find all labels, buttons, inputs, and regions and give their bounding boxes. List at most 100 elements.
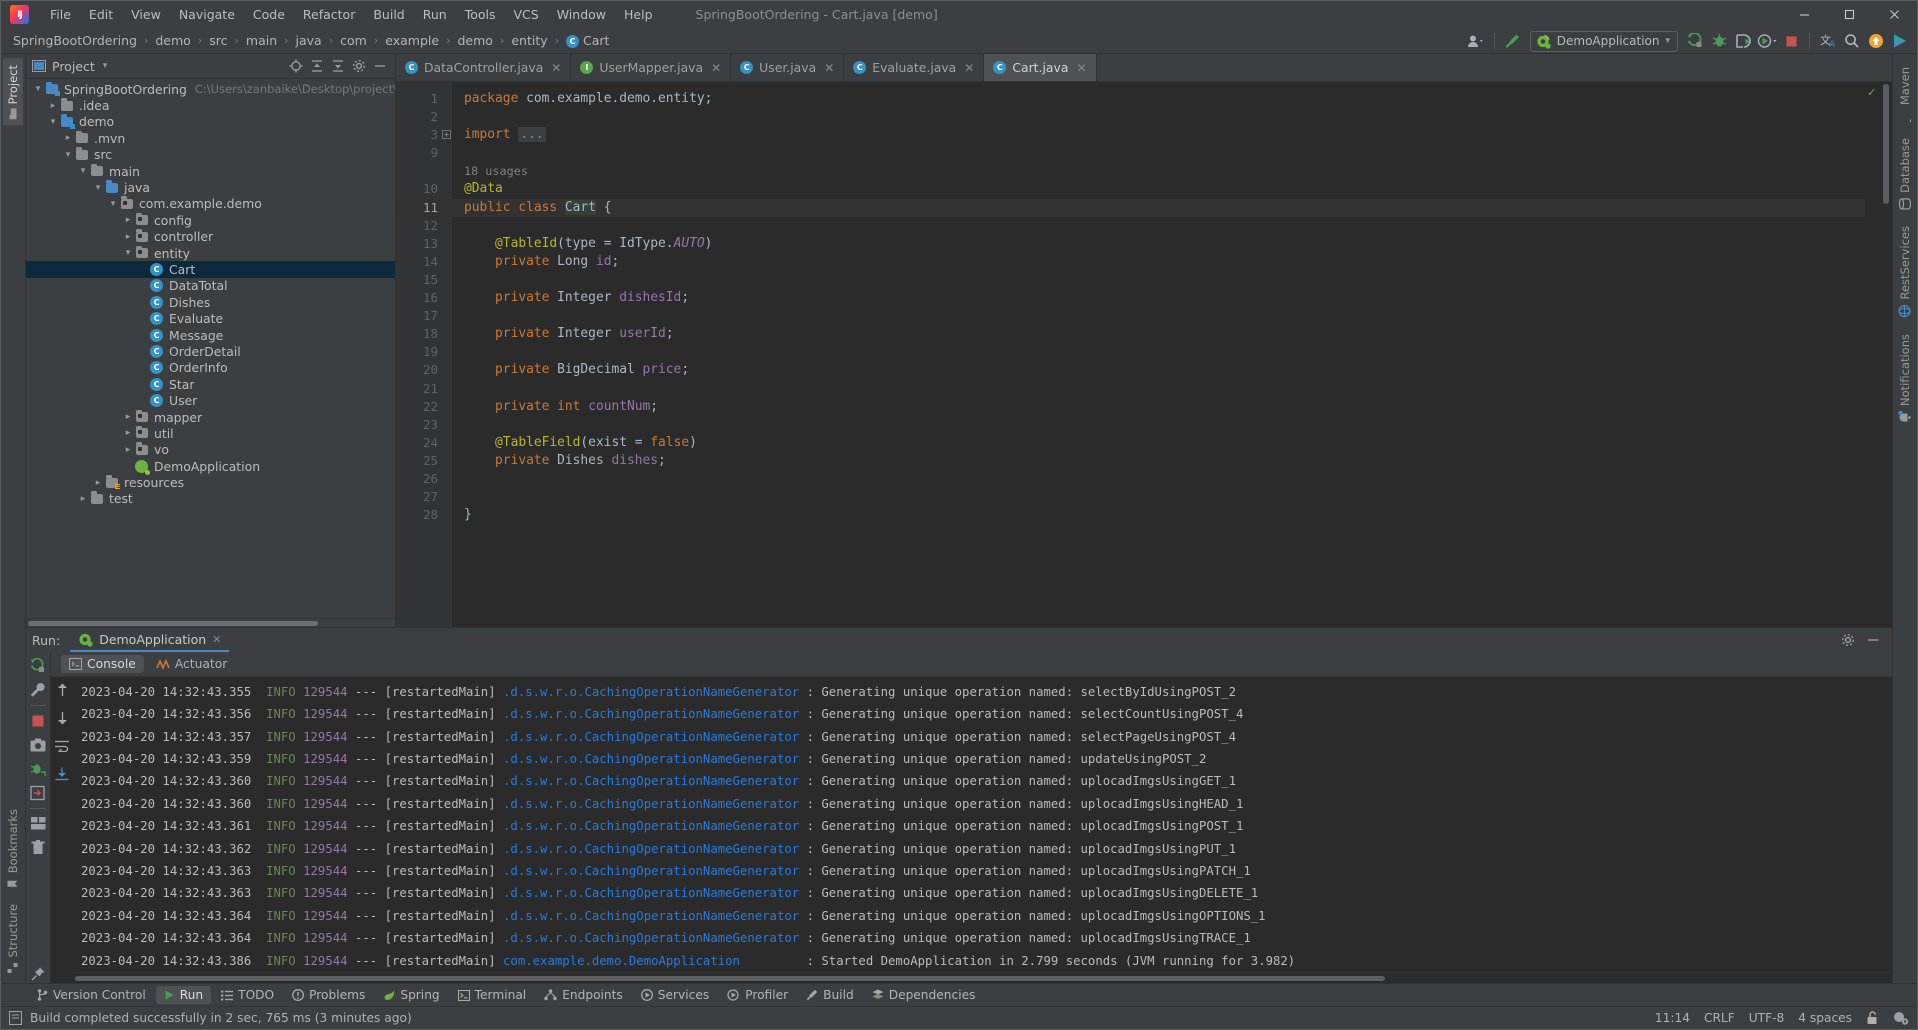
caret-position[interactable]: 11:14 — [1655, 1011, 1690, 1025]
tree-node-selected[interactable]: C Cart — [26, 261, 395, 278]
sidebar-item-maven[interactable]: m Maven — [1895, 60, 1915, 129]
project-horizontal-scrollbar[interactable] — [26, 617, 395, 627]
scroll-to-end-icon[interactable] — [53, 765, 71, 783]
code-line[interactable]: private int countNum; — [464, 398, 1865, 416]
tree-node[interactable]: C User — [26, 392, 395, 408]
console-output[interactable]: 2023-04-20 14:32:43.355 INFO 129544 --- … — [73, 676, 1892, 972]
breadcrumb-item-java[interactable]: java — [294, 31, 324, 50]
profiler-button[interactable] — [1756, 30, 1778, 52]
tree-expand-arrow[interactable]: ▸ — [122, 232, 134, 242]
breadcrumb-item-com[interactable]: com — [338, 31, 369, 50]
layout-icon[interactable] — [29, 815, 47, 833]
menu-file[interactable]: File — [41, 3, 80, 26]
screenshot-icon[interactable] — [29, 736, 47, 754]
gutter-line[interactable]: 3 + — [396, 126, 452, 144]
code-line[interactable] — [464, 307, 1865, 325]
tree-expand-arrow[interactable]: ▸ — [122, 215, 134, 225]
debug-frog-icon[interactable] — [29, 760, 47, 778]
tree-node[interactable]: C Message — [26, 327, 395, 343]
tool-window-services[interactable]: Services — [633, 986, 717, 1004]
code-line[interactable]: private Integer dishesId; — [464, 289, 1865, 307]
tool-window-run[interactable]: Run — [155, 986, 212, 1004]
run-configuration-selector[interactable]: DemoApplication ▾ — [1529, 30, 1678, 52]
tree-node[interactable]: C OrderDetail — [26, 343, 395, 359]
code-line[interactable] — [464, 271, 1865, 289]
close-icon[interactable]: ✕ — [964, 61, 974, 75]
project-tree[interactable]: ▾ SpringBootOrdering C:\Users\zanbaike\Des… — [26, 79, 395, 618]
tree-node[interactable]: C Dishes — [26, 294, 395, 310]
console-tab-console[interactable]: Console — [61, 655, 144, 674]
tree-expand-arrow[interactable]: ▸ — [92, 478, 104, 488]
translate-icon[interactable]: 文 A — [1817, 30, 1839, 52]
gutter-line[interactable]: 26 — [396, 470, 452, 488]
menu-window[interactable]: Window — [548, 3, 615, 26]
rerun-icon[interactable] — [29, 657, 47, 675]
tree-node[interactable]: ▸ controller — [26, 229, 395, 245]
tree-node[interactable]: ▾ src — [26, 147, 395, 163]
code-line[interactable] — [464, 470, 1865, 488]
update-icon[interactable] — [1865, 30, 1887, 52]
gutter-line[interactable]: 21 — [396, 380, 452, 398]
tree-node[interactable]: ▾ SpringBootOrdering C:\Users\zanbaike\Des… — [26, 81, 395, 97]
tree-expand-arrow[interactable]: ▾ — [107, 199, 119, 209]
tree-expand-arrow[interactable]: ▸ — [77, 494, 89, 504]
tree-expand-arrow[interactable]: ▾ — [47, 117, 59, 127]
gutter-line[interactable]: 16 — [396, 289, 452, 307]
ide-feature-trainer-icon[interactable] — [1889, 30, 1911, 52]
expand-all-icon[interactable] — [308, 57, 326, 75]
hide-panel-icon[interactable] — [371, 57, 389, 75]
gutter-line[interactable]: 9 — [396, 144, 452, 162]
code-line[interactable] — [464, 144, 1865, 162]
breadcrumb-item-example[interactable]: example — [383, 31, 441, 50]
code-line[interactable]: @Data — [464, 180, 1865, 198]
tree-node[interactable]: C Star — [26, 376, 395, 392]
editor-vertical-scrollbar[interactable] — [1879, 82, 1892, 627]
sidebar-item-restservices[interactable]: RestServices — [1895, 219, 1915, 325]
hide-panel-icon[interactable] — [1864, 631, 1882, 649]
minimize-button[interactable] — [1782, 1, 1827, 28]
gutter-line[interactable]: 2 — [396, 108, 452, 126]
gutter-line[interactable]: 20 — [396, 361, 452, 379]
breadcrumb-item-demo[interactable]: demo — [153, 31, 192, 50]
search-everywhere-icon[interactable] — [1841, 30, 1863, 52]
tree-expand-arrow[interactable]: ▾ — [62, 150, 74, 160]
inspections-icon[interactable] — [1893, 1011, 1909, 1025]
sidebar-item-project[interactable]: Project — [3, 58, 23, 126]
tool-window-todo[interactable]: TODO — [213, 986, 282, 1004]
close-icon[interactable]: ✕ — [1076, 61, 1086, 75]
settings-gear-icon[interactable] — [1839, 631, 1857, 649]
chevron-down-icon[interactable]: ▾ — [1665, 36, 1670, 46]
wrench-icon[interactable] — [29, 681, 47, 699]
gutter-line[interactable]: 23 — [396, 416, 452, 434]
sidebar-item-bookmarks[interactable]: Bookmarks — [3, 802, 23, 896]
sidebar-item-database[interactable]: Database — [1895, 131, 1915, 217]
code-line[interactable]: } — [464, 506, 1865, 524]
tool-window-problems[interactable]: Problems — [284, 986, 373, 1004]
tool-window-dependencies[interactable]: Dependencies — [864, 986, 984, 1004]
menu-run[interactable]: Run — [414, 3, 456, 26]
tree-expand-arrow[interactable]: ▸ — [122, 445, 134, 455]
tree-node[interactable]: ▾ java — [26, 179, 395, 195]
code-line[interactable] — [464, 380, 1865, 398]
tool-window-terminal[interactable]: Terminal — [450, 986, 535, 1004]
sidebar-item-notifications[interactable]: Notifications — [1895, 327, 1915, 431]
tree-expand-arrow[interactable]: ▾ — [122, 248, 134, 258]
code-line[interactable]: private Long id; — [464, 253, 1865, 271]
user-settings-icon[interactable] — [1465, 30, 1487, 52]
tool-window-version-control[interactable]: Version Control — [29, 986, 154, 1004]
editor-code-content[interactable]: package com.example.demo.entity; import … — [452, 82, 1865, 627]
gutter-line[interactable]: 11 — [396, 198, 452, 217]
run-config-tab[interactable]: DemoApplication ✕ — [70, 628, 230, 653]
menu-build[interactable]: Build — [364, 3, 413, 26]
stop-button[interactable] — [1780, 30, 1802, 52]
soft-wrap-icon[interactable] — [53, 737, 71, 755]
code-line[interactable] — [464, 343, 1865, 361]
tree-node[interactable]: ▸ .idea — [26, 97, 395, 113]
close-icon[interactable]: ✕ — [824, 61, 834, 75]
code-line[interactable]: private Integer userId; — [464, 325, 1865, 343]
breadcrumb-item-cart[interactable]: C Cart — [564, 31, 611, 50]
code-line[interactable] — [464, 217, 1865, 235]
gutter-line[interactable]: 1 — [396, 90, 452, 108]
print-icon[interactable] — [29, 784, 47, 802]
trash-icon[interactable] — [29, 839, 47, 857]
